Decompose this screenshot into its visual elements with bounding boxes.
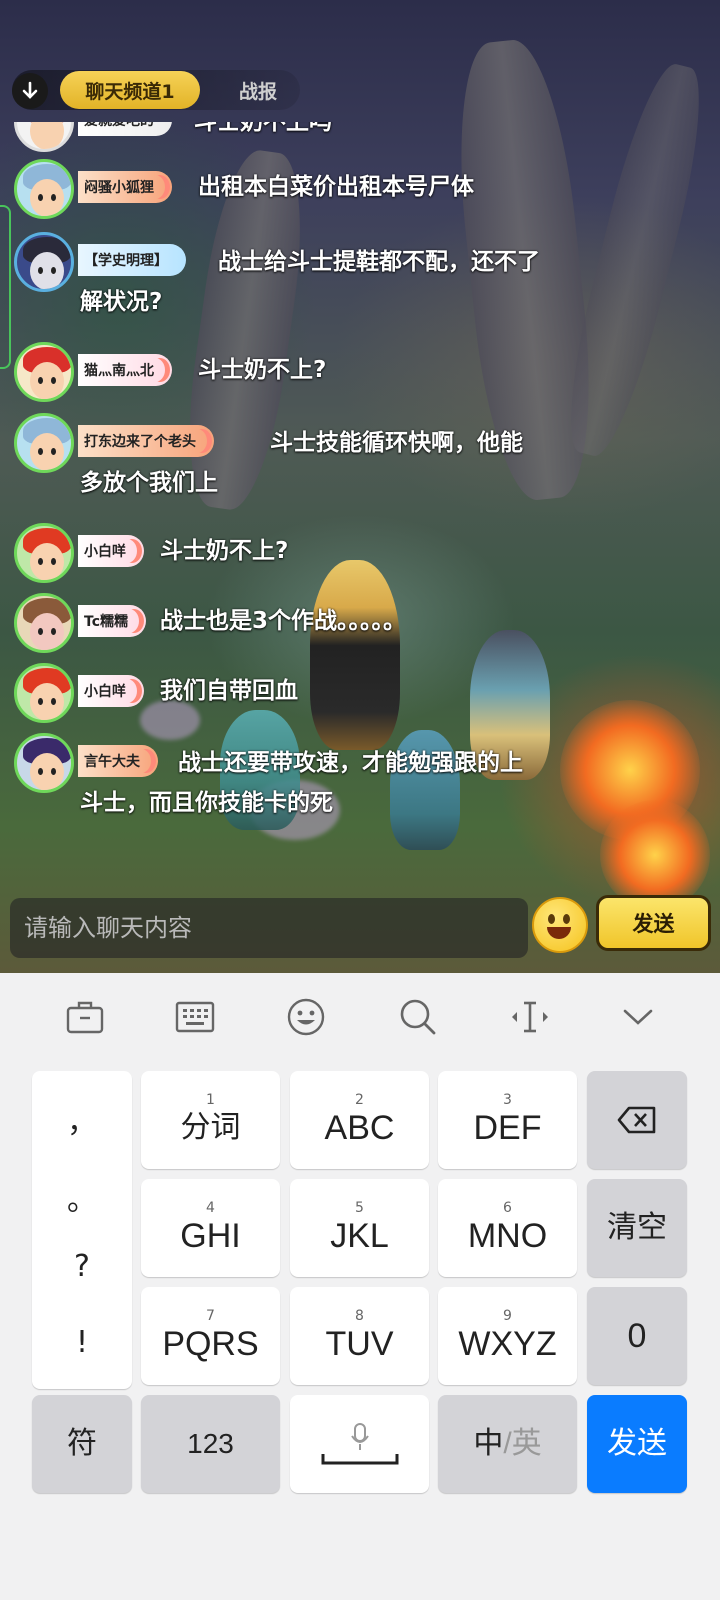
clear-key[interactable]: 清空: [587, 1179, 687, 1277]
search-icon[interactable]: [396, 995, 440, 1039]
key-5[interactable]: 5 JKL: [290, 1179, 429, 1277]
player-name[interactable]: Tc糯糯: [78, 605, 146, 637]
ime-keyboard: ， 。 ? ! 1 分词 2 ABC 3 DEF 4 GHI 5 JKL 6 MNO 清空 …: [0, 973, 720, 1600]
toolbox-icon[interactable]: [63, 995, 107, 1039]
key-6[interactable]: 6 MNO: [438, 1179, 577, 1277]
avatar[interactable]: [14, 413, 74, 473]
tab-chat-channel-1[interactable]: 聊天频道1: [60, 71, 200, 109]
arrow-down-icon: [22, 81, 38, 99]
keyboard-send-button[interactable]: 发送: [587, 1395, 687, 1493]
side-indicator: [0, 205, 11, 369]
player-name[interactable]: 猫灬南灬北: [78, 354, 172, 386]
message-text: 斗士奶不上?: [198, 357, 327, 383]
chat-message: 【学史明理】 战士给斗士提鞋都不配，还不了解状况?: [14, 232, 554, 322]
chat-message: 闷骚小狐狸 出租本白菜价出租本号尸体: [14, 159, 554, 221]
message-text: 战士也是3个作战。。。。。: [160, 608, 407, 634]
key-period[interactable]: 。: [32, 1175, 132, 1219]
chat-message: 猫灬南灬北 斗士奶不上?: [14, 342, 554, 404]
number-mode-key[interactable]: 123: [141, 1395, 280, 1493]
message-text: 斗士技能循环快啊，他能多放个我们上: [80, 430, 523, 496]
symbol-key[interactable]: 符: [32, 1395, 132, 1493]
moon-badge-icon: [122, 539, 142, 563]
cursor-icon[interactable]: [508, 995, 552, 1039]
chat-message: 小白咩 我们自带回血: [14, 663, 554, 725]
avatar[interactable]: [14, 523, 74, 583]
moon-badge-icon: [122, 679, 142, 703]
message-text: 出租本白菜价出租本号尸体: [198, 174, 474, 200]
punctuation-column[interactable]: ， 。 ? !: [32, 1071, 132, 1389]
key-9[interactable]: 9 WXYZ: [438, 1287, 577, 1385]
message-text: 我们自带回血: [160, 678, 298, 704]
message-text: 斗士奶不上?: [160, 538, 289, 564]
emoji-icon[interactable]: [284, 995, 328, 1039]
moon-badge-icon: [124, 609, 144, 633]
space-bar-icon: [321, 1454, 398, 1465]
avatar[interactable]: [14, 232, 74, 292]
key-exclamation[interactable]: !: [32, 1325, 132, 1360]
backspace-key[interactable]: [587, 1071, 687, 1169]
message-text: 战士给斗士提鞋都不配，还不了解状况?: [80, 249, 540, 315]
key-0[interactable]: 0: [587, 1287, 687, 1385]
emoji-button[interactable]: [532, 897, 588, 953]
player-name[interactable]: 闷骚小狐狸: [78, 171, 172, 203]
key-2[interactable]: 2 ABC: [290, 1071, 429, 1169]
microphone-icon: [350, 1423, 369, 1450]
chat-message: Tc糯糯 战士也是3个作战。。。。。: [14, 593, 554, 655]
avatar[interactable]: [14, 342, 74, 402]
key-3[interactable]: 3 DEF: [438, 1071, 577, 1169]
key-4[interactable]: 4 GHI: [141, 1179, 280, 1277]
key-comma[interactable]: ，: [32, 1097, 132, 1141]
avatar[interactable]: [14, 733, 74, 793]
avatar[interactable]: [14, 159, 74, 219]
key-8[interactable]: 8 TUV: [290, 1287, 429, 1385]
avatar[interactable]: [14, 663, 74, 723]
moon-badge-icon: [150, 175, 170, 199]
tab-battle-report[interactable]: 战报: [218, 71, 298, 109]
avatar[interactable]: [14, 593, 74, 653]
key-question[interactable]: ?: [32, 1249, 132, 1284]
space-key[interactable]: [290, 1395, 429, 1493]
language-toggle-key[interactable]: 中/英: [438, 1395, 577, 1493]
key-1[interactable]: 1 分词: [141, 1071, 280, 1169]
message-text: 战士还要带攻速，才能勉强跟的上斗士，而且你技能卡的死: [80, 750, 523, 816]
key-7[interactable]: 7 PQRS: [141, 1287, 280, 1385]
chat-message: 小白咩 斗士奶不上?: [14, 523, 554, 585]
chat-message: 打东边来了个老头 斗士技能循环快啊，他能多放个我们上: [14, 413, 554, 503]
player-name[interactable]: 小白咩: [78, 535, 144, 567]
scroll-down-button[interactable]: [12, 73, 48, 109]
chat-input[interactable]: [10, 898, 528, 958]
player-name[interactable]: 小白咩: [78, 675, 144, 707]
collapse-icon[interactable]: [616, 995, 660, 1039]
keyboard-icon[interactable]: [173, 995, 217, 1039]
backspace-icon: [617, 1106, 656, 1134]
chat-message: 言午大夫 战士还要带攻速，才能勉强跟的上斗士，而且你技能卡的死: [14, 733, 554, 823]
moon-badge-icon: [150, 358, 170, 382]
game-send-button[interactable]: 发送: [596, 895, 711, 951]
fire-effect: [600, 800, 710, 910]
